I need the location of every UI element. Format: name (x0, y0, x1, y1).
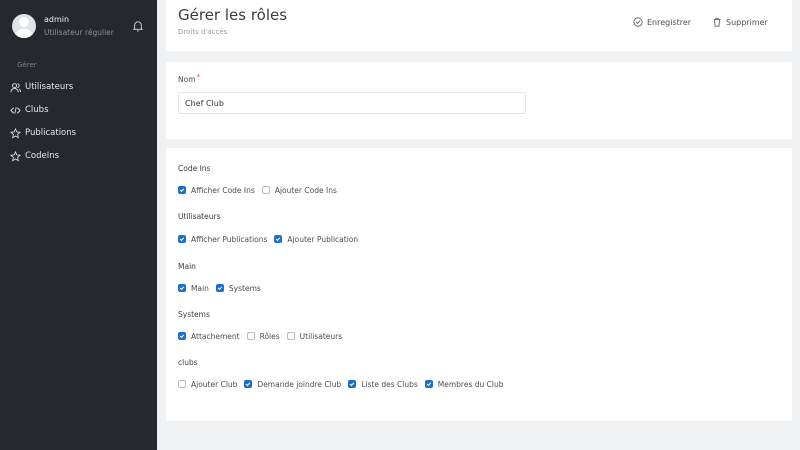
permission-label: Membres du Club (437, 379, 504, 389)
page-header: Gérer les rôles Droits d'accès Enregistr… (166, 0, 792, 51)
checkbox-checked (274, 235, 283, 243)
checkbox-checked (178, 186, 186, 194)
sidebar-item-label: CodeIns (25, 151, 60, 161)
group-title-main: Main (178, 262, 196, 271)
permission-checkbox[interactable]: Ajouter Code Ins (261, 185, 337, 195)
check-icon (350, 382, 355, 387)
checkbox-checked (178, 284, 186, 292)
star-icon (10, 127, 21, 138)
permissions-card: Code Ins Afficher Code Ins Ajouter Code … (166, 148, 792, 421)
check-icon (179, 286, 185, 291)
group-title-clubs: clubs (178, 358, 198, 367)
save-button-label: Enregistrer (647, 17, 692, 27)
sidebar-item-label: Utilisateurs (25, 82, 74, 92)
permission-checkbox[interactable]: Utilisateurs (286, 331, 343, 341)
name-label: Nom* (178, 73, 201, 84)
checkbox-checked (178, 235, 186, 243)
permission-label: Liste des Clubs (361, 379, 418, 389)
permission-label: Afficher Code Ins (191, 185, 255, 195)
checkbox-unchecked (286, 332, 295, 340)
section-label: Gérer (17, 61, 37, 69)
permission-checkbox[interactable]: Demande joindre Club (244, 380, 341, 389)
user-role: Utilisateur régulier (44, 28, 114, 37)
permission-label: Utilisateurs (299, 331, 343, 341)
sidebar-item-clubs[interactable]: Clubs (10, 102, 49, 118)
check-icon (179, 334, 185, 339)
checkbox-checked (424, 380, 433, 388)
sidebar-item-publications[interactable]: Publications (10, 125, 76, 141)
name-label-text: Nom (178, 75, 196, 84)
permission-checkbox[interactable]: Ajouter Club (178, 380, 237, 389)
check-icon (179, 188, 185, 193)
delete-button[interactable]: Supprimer (712, 14, 768, 30)
check-icon (179, 237, 185, 242)
group-title-systems: Systems (178, 310, 210, 319)
name-field[interactable] (178, 92, 526, 114)
users-icon (10, 82, 21, 92)
check-icon (426, 382, 432, 387)
sidebar-item-label: Publications (25, 128, 77, 138)
sidebar-item-label: Clubs (25, 105, 49, 115)
permission-label: Systems (228, 283, 261, 293)
permission-checkbox[interactable]: Attachement (178, 332, 240, 341)
permission-checkbox[interactable]: Rôles (246, 331, 280, 341)
permission-label: Ajouter Club (191, 379, 238, 389)
permission-checkbox[interactable]: Afficher Code Ins (178, 186, 255, 195)
page-title: Gérer les rôles (178, 6, 288, 24)
permission-row: Attachement Rôles Utilisateurs (178, 330, 349, 342)
sidebar: admin Utilisateur régulier Gérer Utilisa… (0, 0, 157, 450)
code-icon (10, 106, 21, 114)
delete-button-label: Supprimer (726, 17, 768, 27)
permission-checkbox[interactable]: Main (178, 284, 209, 293)
permission-label: Ajouter Code Ins (274, 185, 337, 195)
permission-row: Afficher Publications Ajouter Publicatio… (178, 233, 365, 245)
permission-row: Ajouter Club Demande joindre Club Liste … (178, 378, 511, 390)
name-card: Nom* (166, 62, 792, 139)
permission-label: Ajouter Publication (287, 234, 359, 244)
checkbox-checked (178, 332, 186, 340)
permission-label: Main (191, 283, 209, 293)
group-title-utilisateurs: Utilisateurs (178, 212, 221, 221)
page-subtitle: Droits d'accès (178, 28, 228, 36)
permission-row: Afficher Code Ins Ajouter Code Ins (178, 184, 344, 196)
permission-checkbox[interactable]: Liste des Clubs (348, 380, 418, 389)
group-title-code-ins: Code Ins (178, 164, 211, 173)
permission-row: Main Systems (178, 282, 268, 294)
permission-checkbox[interactable]: Membres du Club (424, 379, 504, 389)
bell-icon[interactable] (133, 20, 143, 32)
permission-checkbox[interactable]: Systems (215, 283, 261, 293)
check-icon (276, 237, 281, 242)
check-icon (246, 382, 251, 387)
required-mark: * (196, 73, 201, 81)
sidebar-item-codeins[interactable]: CodeIns (10, 148, 59, 164)
permission-label: Afficher Publications (191, 234, 268, 244)
permission-label: Demande joindre Club (257, 379, 342, 389)
avatar (12, 14, 36, 38)
save-button[interactable]: Enregistrer (633, 14, 691, 30)
checkbox-checked (244, 380, 253, 388)
star-icon (10, 150, 21, 161)
permission-checkbox[interactable]: Ajouter Publication (274, 235, 358, 244)
checkbox-unchecked (246, 332, 255, 340)
permission-label: Rôles (259, 331, 280, 341)
checkbox-unchecked (178, 380, 186, 388)
check-icon (217, 286, 223, 291)
user-name: admin (44, 15, 70, 24)
checkbox-checked (348, 380, 357, 388)
checkbox-checked (215, 284, 224, 292)
sidebar-item-utilisateurs[interactable]: Utilisateurs (10, 79, 73, 95)
trash-icon (713, 17, 721, 27)
checkbox-unchecked (261, 186, 270, 194)
permission-label: Attachement (191, 331, 240, 341)
permission-checkbox[interactable]: Afficher Publications (178, 235, 267, 244)
check-circle-icon (633, 17, 643, 27)
user-profile[interactable]: admin Utilisateur régulier (12, 14, 152, 44)
